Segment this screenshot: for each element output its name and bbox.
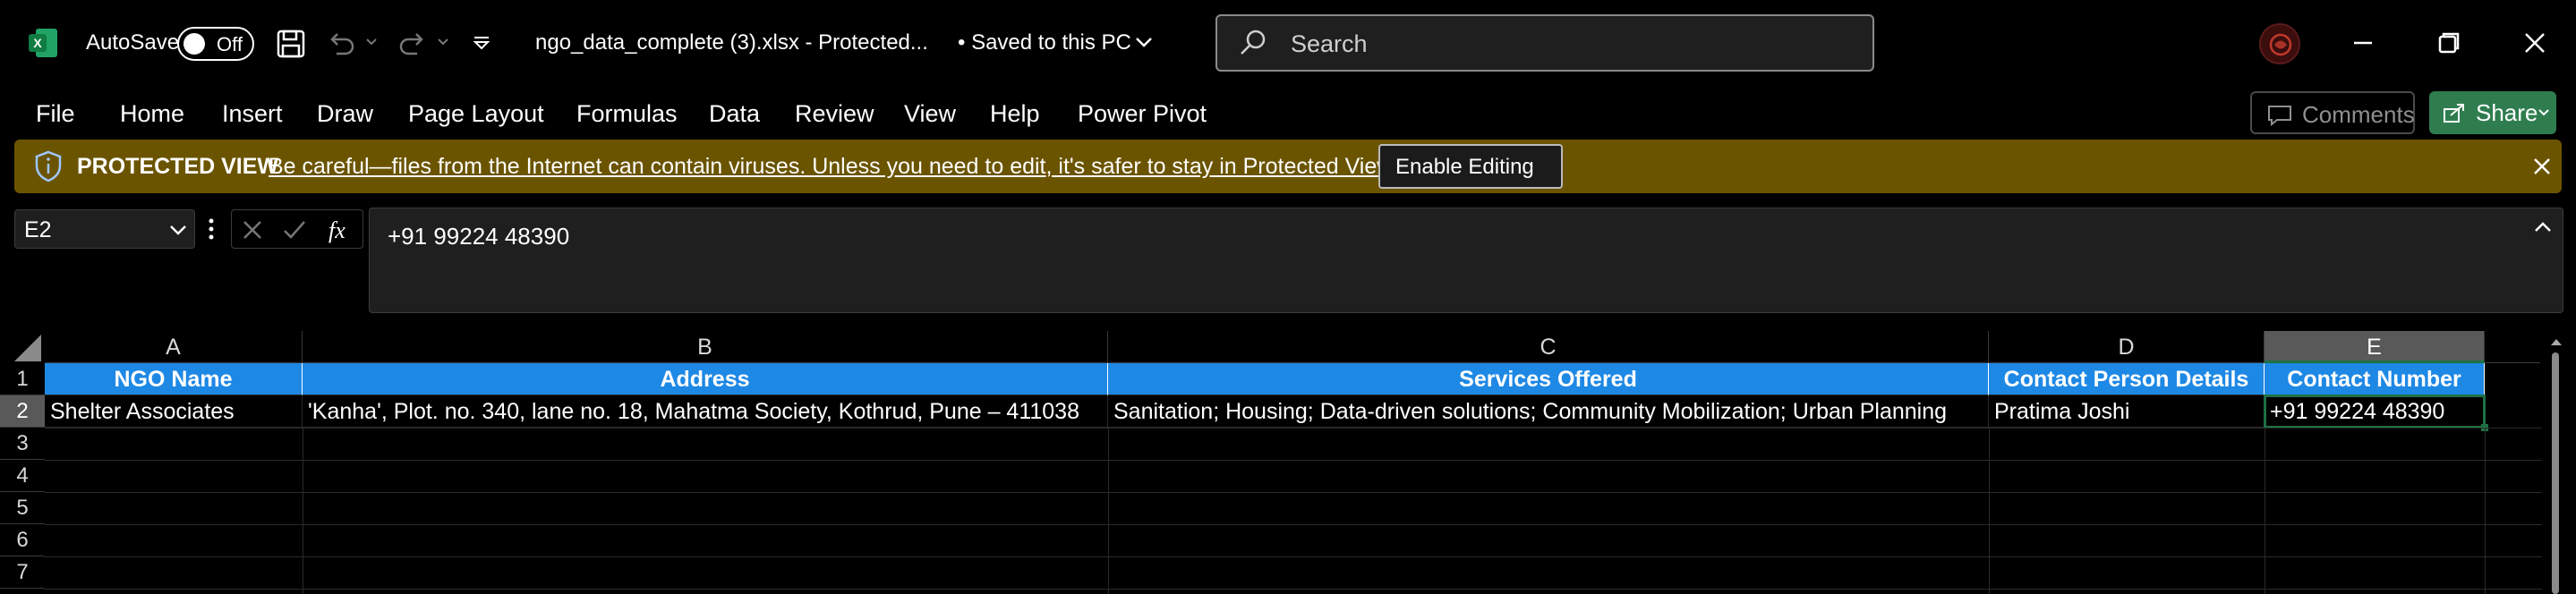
empty-rows (45, 428, 2542, 594)
tab-help[interactable]: Help (990, 100, 1040, 128)
share-button[interactable]: Share (2429, 91, 2556, 134)
scroll-up-icon[interactable] (2549, 336, 2563, 347)
autosave-state: Off (217, 33, 243, 55)
cell-d2[interactable]: Pratima Joshi (1989, 395, 2265, 428)
header-cell-services[interactable]: Services Offered (1108, 363, 1989, 395)
row-header-2[interactable]: 2 (0, 395, 45, 428)
enter-check-icon[interactable] (282, 218, 307, 242)
cell-b2[interactable]: 'Kanha', Plot. no. 340, lane no. 18, Mah… (303, 395, 1108, 428)
vertical-scrollbar[interactable] (2542, 331, 2569, 594)
tab-page-layout[interactable]: Page Layout (408, 100, 544, 128)
formula-bar: E2 fx +91 99224 48390 (0, 193, 2576, 327)
comments-label: Comments (2302, 101, 2415, 128)
restore-icon[interactable] (2431, 25, 2467, 61)
tab-home[interactable]: Home (120, 100, 184, 128)
name-box-value: E2 (24, 217, 52, 242)
header-cell-address[interactable]: Address (303, 363, 1108, 395)
search-placeholder: Search (1291, 30, 1368, 57)
column-header-b[interactable]: B (303, 331, 1108, 363)
ribbon-tabs: File Home Insert Draw Page Layout Formul… (0, 88, 2576, 140)
avatar-emblem-icon (2269, 33, 2292, 56)
column-header-e[interactable]: E (2265, 331, 2485, 363)
cancel-icon[interactable] (241, 218, 264, 242)
row-header-5[interactable]: 5 (0, 492, 45, 524)
select-all-icon[interactable] (13, 333, 43, 363)
row-header-3[interactable]: 3 (0, 428, 45, 460)
row-header-6[interactable]: 6 (0, 524, 45, 556)
enable-editing-button[interactable]: Enable Editing (1378, 144, 1563, 189)
comments-button[interactable]: Comments (2250, 91, 2415, 134)
formula-value: +91 99224 48390 (388, 223, 570, 250)
search-input[interactable]: Search (1215, 14, 1874, 72)
redo-icon[interactable] (396, 27, 430, 61)
search-icon (1241, 30, 1266, 55)
column-header-d[interactable]: D (1989, 331, 2265, 363)
autosave-toggle[interactable]: Off (177, 27, 254, 61)
undo-dropdown-icon[interactable] (365, 38, 378, 47)
svg-text:fx: fx (328, 217, 345, 243)
tab-file[interactable]: File (36, 100, 75, 128)
title-bar: X AutoSave Off ngo_data_complete (3).xls… (0, 0, 2576, 88)
header-cell-ngo-name[interactable]: NGO Name (45, 363, 303, 395)
tab-view[interactable]: View (904, 100, 956, 128)
row-header-4[interactable]: 4 (0, 460, 45, 492)
protected-view-bar: PROTECTED VIEW Be careful—files from the… (14, 140, 2562, 193)
column-header-c[interactable]: C (1108, 331, 1989, 363)
share-icon (2444, 104, 2464, 123)
tab-formulas[interactable]: Formulas (576, 100, 678, 128)
autosave-label: AutoSave (86, 30, 180, 55)
comment-icon (2268, 106, 2291, 127)
protected-view-message[interactable]: Be careful—files from the Internet can c… (269, 154, 1398, 180)
row-header-7[interactable]: 7 (0, 556, 45, 589)
save-status[interactable]: • Saved to this PC (958, 30, 1131, 55)
column-header-f[interactable] (2485, 331, 2540, 363)
scroll-thumb[interactable] (2552, 352, 2559, 594)
shield-info-icon (35, 150, 62, 182)
file-name: ngo_data_complete (3).xlsx - Protected..… (535, 30, 928, 55)
account-avatar[interactable] (2259, 23, 2300, 64)
cell-c2[interactable]: Sanitation; Housing; Data-driven solutio… (1108, 395, 1989, 428)
col-divider (1989, 428, 1990, 594)
protected-view-title: PROTECTED VIEW (77, 154, 279, 179)
worksheet-grid: A B C D E 1 2 3 4 5 6 7 NGO Name Address… (0, 327, 2576, 594)
tab-draw[interactable]: Draw (317, 100, 373, 128)
name-box[interactable]: E2 (14, 209, 195, 249)
cell-a2[interactable]: Shelter Associates (45, 395, 303, 428)
col-divider (2485, 428, 2486, 594)
close-window-icon[interactable] (2517, 25, 2553, 61)
customize-toolbar-icon[interactable] (471, 34, 492, 52)
share-label: Share (2476, 99, 2538, 126)
formula-buttons: fx (231, 209, 363, 249)
tab-review[interactable]: Review (795, 100, 874, 128)
tab-insert[interactable]: Insert (222, 100, 283, 128)
formula-input[interactable]: +91 99224 48390 (369, 208, 2563, 313)
tab-power-pivot[interactable]: Power Pivot (1078, 100, 1207, 128)
toggle-knob (183, 33, 205, 55)
chevron-down-icon[interactable] (169, 224, 187, 236)
save-icon[interactable] (274, 27, 308, 61)
tab-data[interactable]: Data (709, 100, 760, 128)
enable-editing-label: Enable Editing (1395, 155, 1534, 179)
cell-e2-selected[interactable]: +91 99224 48390 (2264, 395, 2486, 429)
column-header-a[interactable]: A (45, 331, 303, 363)
svg-text:X: X (33, 36, 42, 50)
row-header-1[interactable]: 1 (0, 363, 45, 395)
excel-logo-icon: X (29, 29, 57, 57)
share-chevron-icon (2538, 109, 2549, 116)
header-cell-contact-number[interactable]: Contact Number (2265, 363, 2485, 395)
insert-function-icon[interactable]: fx (325, 215, 355, 245)
col-divider (1108, 428, 1109, 594)
collapse-formula-bar-icon[interactable] (2534, 221, 2552, 233)
redo-dropdown-icon[interactable] (437, 38, 449, 47)
header-cell-contact-person[interactable]: Contact Person Details (1989, 363, 2265, 395)
minimize-icon[interactable] (2345, 25, 2381, 61)
more-options-icon[interactable] (208, 216, 215, 242)
undo-icon[interactable] (324, 27, 358, 61)
chevron-down-icon[interactable] (1135, 36, 1153, 48)
close-icon[interactable] (2531, 156, 2553, 177)
